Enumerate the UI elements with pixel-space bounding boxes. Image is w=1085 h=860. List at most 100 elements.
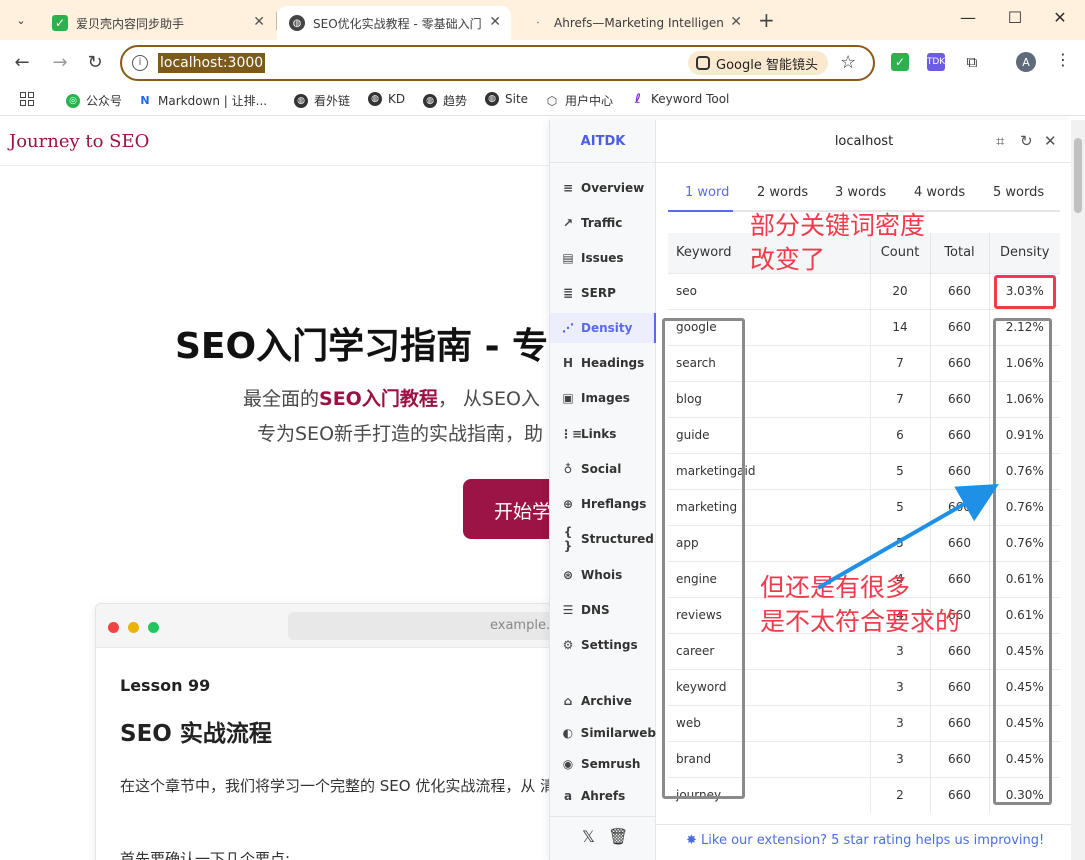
nav-label: Social [581, 462, 622, 476]
nav-label: DNS [581, 603, 610, 617]
tab-ahrefs[interactable]: ⋅ Ahrefs—Marketing Intelligence ✕ [518, 6, 752, 40]
menu-kebab-icon[interactable]: ⋮ [1055, 50, 1071, 69]
tab-search-button[interactable]: ⌄ [8, 7, 34, 33]
aibeike-extension-icon[interactable]: ✓ [891, 53, 909, 71]
nav-structured[interactable]: { } Structured [550, 524, 656, 554]
tab-2-words[interactable]: 2 words [757, 185, 808, 200]
nav-traffic[interactable]: ↗ Traffic [550, 208, 656, 238]
window-dot-red [108, 622, 119, 633]
nav-label: Overview [581, 181, 645, 195]
density-icon: ⋰ [562, 321, 574, 335]
bookmarks-bar: ◎ 公众号 N Markdown | 让排... ◍ 看外链 ◍ KD ◍ 趋势… [0, 86, 1085, 116]
bookmark-gongzhonghao[interactable]: ◎ 公众号 [66, 92, 122, 109]
maximize-button[interactable]: ☐ [1003, 8, 1027, 27]
close-icon[interactable]: ✕ [253, 14, 265, 30]
nav-links[interactable]: ⋮≡ Links [550, 419, 656, 449]
url-text[interactable]: localhost:3000 [158, 53, 266, 73]
globe-icon: ◍ [289, 15, 305, 31]
cell-total: 660 [930, 704, 990, 741]
new-tab-button[interactable]: + [758, 8, 775, 32]
hero-subtitle-2: 专为SEO新手打造的实战指南，助 [257, 423, 544, 445]
crop-icon[interactable]: ⌗ [996, 132, 1004, 150]
nav-similarweb[interactable]: ◐ Similarweb [550, 718, 656, 748]
bookmark-backlinks[interactable]: ◍ 看外链 [294, 92, 350, 109]
nav-label: Headings [581, 356, 645, 370]
serp-icon: ≣ [562, 286, 574, 300]
page-scrollbar[interactable] [1071, 120, 1085, 860]
tdk-extension-icon[interactable]: TDK [927, 53, 945, 71]
nav-label: Structured [581, 532, 654, 546]
reload-button[interactable]: ↻ [83, 52, 107, 74]
google-lens-button[interactable]: Google 智能镜头 [688, 51, 828, 75]
tab-3-words[interactable]: 3 words [835, 185, 886, 200]
close-icon[interactable]: ✕ [730, 14, 742, 30]
scrollbar-thumb[interactable] [1074, 138, 1082, 213]
cell-count: 3 [870, 740, 931, 777]
window-close-button[interactable]: ✕ [1048, 8, 1072, 27]
cell-total: 660 [930, 380, 990, 417]
minimize-button[interactable]: — [956, 8, 980, 27]
nav-label: Semrush [581, 757, 641, 771]
col-total[interactable]: Total [930, 233, 990, 273]
nav-ahrefs[interactable]: a Ahrefs [550, 781, 656, 811]
profile-avatar[interactable]: A [1016, 52, 1036, 72]
bookmark-user-center[interactable]: ⬡ 用户中心 [545, 92, 613, 109]
trash-icon[interactable]: 🗑 [608, 827, 628, 846]
bookmark-trends[interactable]: ◍ 趋势 [423, 92, 467, 109]
globe-icon: ◍ [294, 93, 308, 108]
tab-aibeike[interactable]: ✓ 爱贝壳内容同步助手 ✕ [40, 6, 275, 40]
semrush-icon: ◉ [562, 757, 574, 771]
rating-text[interactable]: Like our extension? 5 star rating helps … [701, 833, 1044, 848]
apps-grid-icon[interactable] [20, 92, 34, 106]
bookmark-star-icon[interactable]: ☆ [840, 52, 856, 73]
bookmark-markdown[interactable]: N Markdown | 让排... [138, 92, 267, 109]
nav-settings[interactable]: ⚙ Settings [550, 630, 656, 660]
cell-total: 660 [930, 632, 990, 669]
highlight-box-seo-density [994, 275, 1056, 309]
site-brand-link[interactable]: Journey to SEO [9, 131, 149, 152]
nav-whois[interactable]: ⊛ Whois [550, 560, 656, 590]
nav-overview[interactable]: ≡ Overview [550, 173, 656, 203]
bookmark-label: Keyword Tool [651, 92, 730, 106]
nav-semrush[interactable]: ◉ Semrush [550, 749, 656, 779]
tab-strip: ⌄ ✓ 爱贝壳内容同步助手 ✕ ◍ SEO优化实战教程 - 零基础入门 ✕ ⋅ … [0, 0, 1085, 40]
forward-button[interactable]: → [48, 52, 72, 74]
cell-count: 3 [870, 668, 931, 705]
bookmark-label: 公众号 [86, 94, 123, 108]
nav-headings[interactable]: H Headings [550, 348, 656, 378]
tab-5-words[interactable]: 5 words [993, 185, 1044, 200]
address-bar[interactable]: i localhost:3000 Google 智能镜头 ☆ [120, 45, 875, 81]
nav-images[interactable]: ▣ Images [550, 383, 656, 413]
info-icon[interactable]: i [132, 55, 148, 71]
tab-4-words[interactable]: 4 words [914, 185, 965, 200]
issues-icon: ▤ [562, 251, 574, 265]
extensions-puzzle-icon[interactable]: ⧉ [963, 53, 981, 71]
nav-label: Density [581, 321, 633, 335]
tab-1-word[interactable]: 1 word [685, 185, 729, 200]
nav-archive[interactable]: ⌂ Archive [550, 686, 656, 716]
tab-seo-tutorial[interactable]: ◍ SEO优化实战教程 - 零基础入门 ✕ [277, 6, 511, 40]
nav-serp[interactable]: ≣ SERP [550, 278, 656, 308]
bookmark-keyword-tool[interactable]: ℓ Keyword Tool [631, 92, 730, 107]
bookmark-kd[interactable]: ◍ KD [368, 92, 405, 106]
col-density[interactable]: Density [989, 233, 1060, 273]
tab-title: 爱贝壳内容同步助手 [76, 16, 185, 31]
nav-hreflangs[interactable]: ⊕ Hreflangs [550, 489, 656, 519]
globe-icon: ◍ [368, 92, 382, 106]
rating-banner[interactable]: ✸ Like our extension? 5 star rating help… [656, 824, 1072, 860]
nav-label: Settings [581, 638, 638, 652]
refresh-icon[interactable]: ↻ [1020, 132, 1033, 150]
close-icon[interactable]: ✕ [489, 14, 501, 30]
x-twitter-icon[interactable]: 𝕏 [582, 827, 595, 846]
annotation-top-line1: 部分关键词密度 [750, 211, 926, 240]
cell-total: 660 [930, 668, 990, 705]
nav-social[interactable]: ♁ Social [550, 454, 656, 484]
close-panel-icon[interactable]: ✕ [1044, 132, 1057, 150]
nav-issues[interactable]: ▤ Issues [550, 243, 656, 273]
nav-dns[interactable]: ☰ DNS [550, 595, 656, 625]
nav-density[interactable]: ⋰ Density [550, 313, 656, 343]
back-button[interactable]: ← [10, 52, 34, 74]
bookmark-label: KD [388, 92, 406, 106]
bookmark-site[interactable]: ◍ Site [485, 92, 528, 106]
word-count-tabs: 1 word 2 words 3 words 4 words 5 words [668, 178, 1060, 212]
